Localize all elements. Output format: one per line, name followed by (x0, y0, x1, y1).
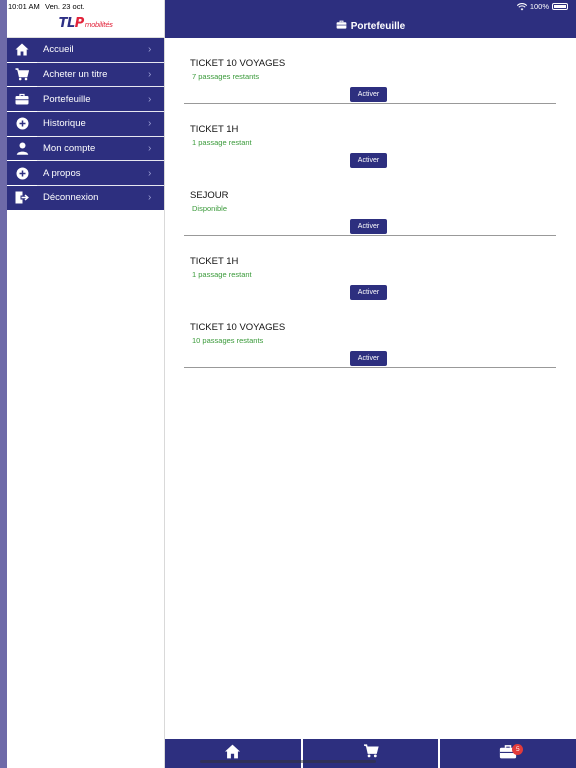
ticket-status: 1 passage restant (192, 270, 252, 279)
activate-button[interactable]: Activer (350, 87, 387, 102)
ticket-title: TICKET 1H (190, 124, 239, 135)
status-bar: 10:01 AM Ven. 23 oct. 100% (0, 0, 576, 13)
ticket-status: 10 passages restants (192, 336, 264, 345)
briefcase-icon (7, 93, 37, 105)
chevron-right-icon: › (148, 192, 152, 204)
cart-icon (7, 68, 37, 81)
chevron-right-icon: › (148, 167, 152, 179)
ticket-card: TICKET 10 VOYAGES 10 passages restants A… (184, 302, 556, 368)
sidebar-item-deconnexion[interactable]: Déconnexion › (7, 186, 164, 211)
status-date: Ven. 23 oct. (45, 2, 85, 11)
activate-button[interactable]: Activer (350, 219, 387, 234)
tab-bar: 5 (165, 739, 576, 768)
sidebar-item-accueil[interactable]: Accueil › (7, 38, 164, 63)
chevron-right-icon: › (148, 118, 152, 130)
ticket-status: Disponible (192, 204, 228, 213)
ticket-card: TICKET 1H 1 passage restant Activer (184, 104, 556, 170)
battery-percent: 100% (529, 2, 549, 11)
sidebar-item-label: Déconnexion (43, 192, 99, 204)
person-icon (7, 142, 37, 155)
page-title: Portefeuille (350, 21, 406, 32)
ticket-card: TICKET 10 VOYAGES 7 passages restants Ac… (184, 38, 556, 104)
sidebar-item-label: Historique (43, 118, 86, 130)
ticket-card: SEJOUR Disponible Activer (184, 170, 556, 236)
notification-badge: 5 (512, 744, 524, 755)
sidebar-item-label: Acheter un titre (43, 69, 108, 81)
chevron-right-icon: › (148, 93, 152, 105)
activate-button[interactable]: Activer (350, 153, 387, 168)
sidebar-item-portefeuille[interactable]: Portefeuille › (7, 87, 164, 113)
plus-circle-icon (7, 167, 37, 180)
chevron-right-icon: › (148, 143, 152, 155)
sidebar-item-a-propos[interactable]: A propos › (7, 161, 164, 187)
home-indicator (200, 760, 376, 763)
status-right: 100% (516, 2, 568, 11)
ticket-title: TICKET 10 VOYAGES (190, 322, 286, 333)
sidebar-item-label: Mon compte (43, 143, 96, 155)
status-time: 10:01 AM (8, 2, 40, 11)
tab-home[interactable] (165, 739, 301, 768)
ticket-title: TICKET 10 VOYAGES (190, 58, 286, 69)
sidebar-item-historique[interactable]: Historique › (7, 112, 164, 137)
sidebar-menu: Accueil › Acheter un titre › Portefeuill… (7, 38, 164, 211)
sidebar-item-mon-compte[interactable]: Mon compte › (7, 136, 164, 162)
wallet-list: TICKET 10 VOYAGES 7 passages restants Ac… (165, 38, 576, 739)
home-icon (7, 43, 37, 56)
activate-button[interactable]: Activer (350, 285, 387, 300)
ticket-title: SEJOUR (190, 190, 229, 201)
briefcase-icon (336, 20, 347, 32)
battery-icon (552, 3, 568, 10)
ticket-status: 1 passage restant (192, 138, 252, 147)
ticket-title: TICKET 1H (190, 256, 239, 267)
tlp-logo: TLPmobilités (58, 16, 113, 31)
ticket-status: 7 passages restants (192, 72, 260, 81)
wifi-icon (516, 2, 527, 10)
plus-circle-icon (7, 117, 37, 130)
sidebar-item-label: Accueil (43, 44, 74, 56)
logout-icon (7, 191, 37, 204)
tab-cart[interactable] (302, 739, 439, 768)
chevron-right-icon: › (148, 44, 152, 56)
chevron-right-icon: › (148, 69, 152, 81)
activate-button[interactable]: Activer (350, 351, 387, 366)
sidebar-item-acheter[interactable]: Acheter un titre › (7, 62, 164, 88)
sidebar-item-label: Portefeuille (43, 93, 91, 105)
ticket-card: TICKET 1H 1 passage restant Activer (184, 236, 556, 302)
tab-wallet[interactable]: 5 (440, 739, 576, 768)
sidebar: TLPmobilités Accueil › Acheter un titre … (7, 0, 165, 768)
sidebar-item-label: A propos (43, 167, 81, 179)
